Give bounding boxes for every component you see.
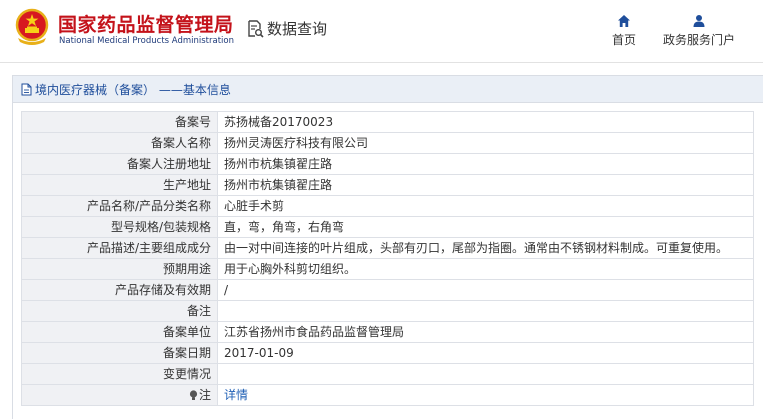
field-value: 用于心胸外科剪切组织。 — [217, 258, 754, 280]
note-label-cell: 注 — [21, 384, 218, 406]
field-label: 变更情况 — [21, 363, 218, 385]
record-table: 备案号 苏扬械备20170023 备案人名称 扬州灵涛医疗科技有限公司 备案人注… — [21, 111, 754, 406]
field-value: 扬州市杭集镇翟庄路 — [217, 174, 754, 196]
field-value: 详情 — [217, 384, 754, 406]
field-value: 扬州市杭集镇翟庄路 — [217, 153, 754, 175]
section-title: 数据查询 — [246, 18, 327, 39]
table-row: 型号规格/包装规格 直，弯，角弯，右角弯 — [21, 216, 754, 238]
details-link[interactable]: 详情 — [224, 388, 248, 402]
field-value: 直，弯，角弯，右角弯 — [217, 216, 754, 238]
nav-home-label: 首页 — [611, 33, 636, 47]
field-label: 产品描述/主要组成成分 — [21, 237, 218, 259]
table-row: 备案人注册地址 扬州市杭集镇翟庄路 — [21, 153, 754, 175]
record-panel: 境内医疗器械（备案） ——基本信息 备案号 苏扬械备20170023 备案人名称… — [12, 75, 763, 419]
lightbulb-icon — [189, 390, 198, 400]
field-value — [217, 363, 754, 385]
panel-title: 境内医疗器械（备案） ——基本信息 — [35, 82, 231, 97]
field-label: 产品存储及有效期 — [21, 279, 218, 301]
section-title-label: 数据查询 — [267, 20, 328, 38]
panel-header: 境内医疗器械（备案） ——基本信息 — [13, 76, 763, 103]
table-row: 备案日期 2017-01-09 — [21, 342, 754, 364]
field-value — [217, 300, 754, 322]
table-row: 注 详情 — [21, 384, 754, 406]
site-title: 国家药品监督管理局 — [58, 14, 234, 36]
nav-gov-label: 政务服务门户 — [662, 33, 735, 47]
field-label: 备注 — [21, 300, 218, 322]
field-value: 由一对中间连接的叶片组成，头部有刃口，尾部为指圈。通常由不锈钢材料制成。可重复使… — [217, 237, 754, 259]
field-label: 注 — [198, 388, 211, 402]
field-label: 型号规格/包装规格 — [21, 216, 218, 238]
table-row: 产品描述/主要组成成分 由一对中间连接的叶片组成，头部有刃口，尾部为指圈。通常由… — [21, 237, 754, 259]
table-row: 预期用途 用于心胸外科剪切组织。 — [21, 258, 754, 280]
table-row: 备案人名称 扬州灵涛医疗科技有限公司 — [21, 132, 754, 154]
table-row: 备注 — [21, 300, 754, 322]
table-row: 变更情况 — [21, 363, 754, 385]
document-search-icon — [248, 19, 264, 38]
field-label: 产品名称/产品分类名称 — [21, 195, 218, 217]
site-header: 国家药品监督管理局 National Medical Products Admi… — [0, 0, 763, 62]
nav-gov-portal[interactable]: 政务服务门户 — [654, 14, 744, 48]
document-icon — [21, 83, 32, 95]
field-label: 预期用途 — [21, 258, 218, 280]
field-label: 备案日期 — [21, 342, 218, 364]
field-value: 江苏省扬州市食品药品监督管理局 — [217, 321, 754, 343]
field-label: 备案单位 — [21, 321, 218, 343]
field-label: 备案人名称 — [21, 132, 218, 154]
header-divider — [0, 62, 763, 63]
table-row: 生产地址 扬州市杭集镇翟庄路 — [21, 174, 754, 196]
home-icon — [618, 15, 630, 27]
table-row: 备案号 苏扬械备20170023 — [21, 111, 754, 133]
table-row: 备案单位 江苏省扬州市食品药品监督管理局 — [21, 321, 754, 343]
field-label: 生产地址 — [21, 174, 218, 196]
user-icon — [693, 15, 705, 27]
table-row: 产品存储及有效期 / — [21, 279, 754, 301]
field-value: 2017-01-09 — [217, 342, 754, 364]
field-label: 备案号 — [21, 111, 218, 133]
field-value: / — [217, 279, 754, 301]
field-value: 扬州灵涛医疗科技有限公司 — [217, 132, 754, 154]
field-label: 备案人注册地址 — [21, 153, 218, 175]
field-value: 苏扬械备20170023 — [217, 111, 754, 133]
table-row: 产品名称/产品分类名称 心脏手术剪 — [21, 195, 754, 217]
site-subtitle: National Medical Products Administration — [59, 36, 234, 46]
national-emblem-icon — [15, 8, 49, 45]
field-value: 心脏手术剪 — [217, 195, 754, 217]
